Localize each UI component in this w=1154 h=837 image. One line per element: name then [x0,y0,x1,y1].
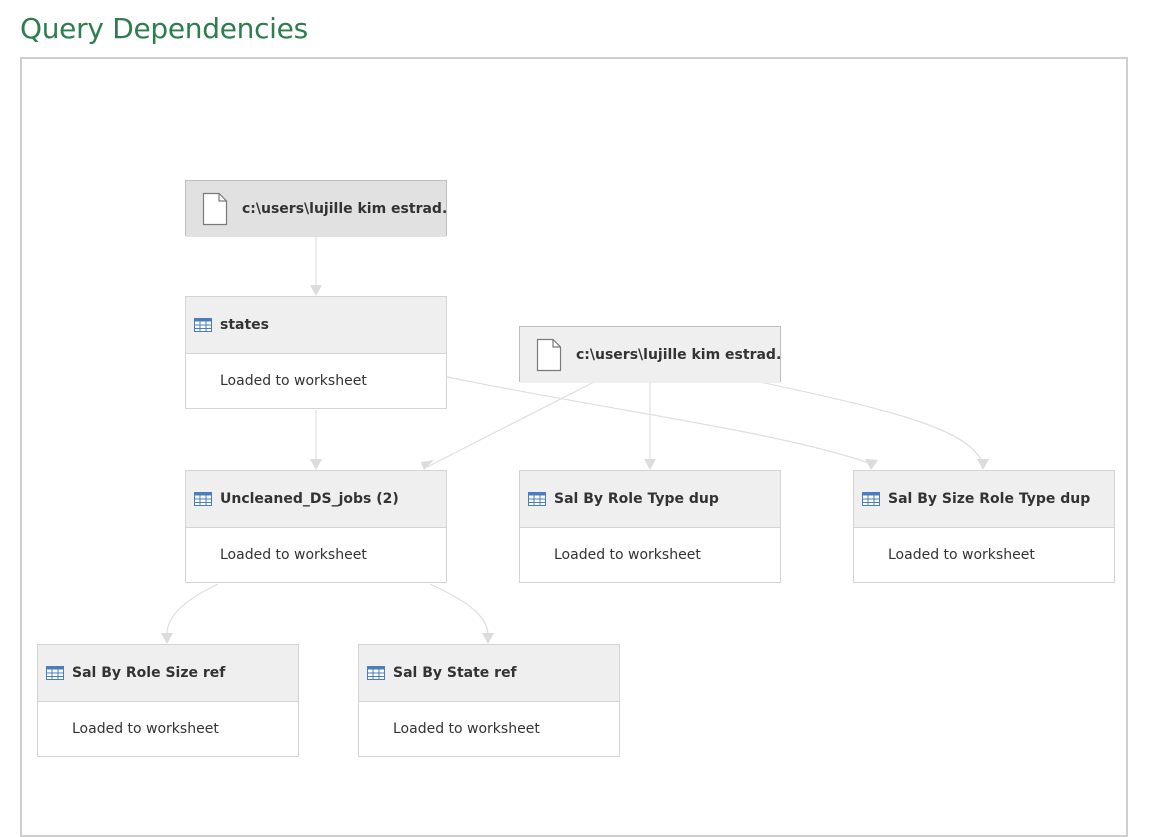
query-node-status: Loaded to worksheet [520,527,780,582]
file-icon [536,338,562,372]
table-icon [528,492,546,506]
table-icon [46,666,64,680]
query-node-label: Sal By State ref [393,665,517,681]
query-node-header: Sal By Role Type dup [520,471,780,527]
query-node-states[interactable]: states Loaded to worksheet [185,296,447,409]
table-icon [194,492,212,506]
source-node-2-label: c:\users\lujille kim estrad... [576,347,780,363]
table-icon [862,492,880,506]
query-node-uncleaned-ds-jobs[interactable]: Uncleaned_DS_jobs (2) Loaded to workshee… [185,470,447,583]
query-node-sal-by-state-ref[interactable]: Sal By State ref Loaded to worksheet [358,644,620,757]
page-title: Query Dependencies [20,12,308,45]
query-node-status: Loaded to worksheet [186,353,446,408]
query-node-label: Sal By Size Role Type dup [888,491,1091,507]
file-icon [202,192,228,226]
query-node-status: Loaded to worksheet [38,701,298,756]
query-node-label: states [220,317,269,333]
source-node-1-label: c:\users\lujille kim estrad... [242,201,446,217]
query-node-header: Sal By Role Size ref [38,645,298,701]
query-node-header: states [186,297,446,353]
query-node-label: Uncleaned_DS_jobs (2) [220,491,399,507]
source-node-1-header: c:\users\lujille kim estrad... [186,181,446,237]
query-node-header: Uncleaned_DS_jobs (2) [186,471,446,527]
query-node-header: Sal By Size Role Type dup [854,471,1114,527]
source-node-2[interactable]: c:\users\lujille kim estrad... [519,326,781,383]
table-icon [194,318,212,332]
query-node-sal-by-role-size-ref[interactable]: Sal By Role Size ref Loaded to worksheet [37,644,299,757]
query-node-status: Loaded to worksheet [854,527,1114,582]
query-node-status: Loaded to worksheet [186,527,446,582]
query-node-status: Loaded to worksheet [359,701,619,756]
query-node-label: Sal By Role Size ref [72,665,226,681]
query-node-header: Sal By State ref [359,645,619,701]
query-node-sal-by-role-type-dup[interactable]: Sal By Role Type dup Loaded to worksheet [519,470,781,583]
query-node-label: Sal By Role Type dup [554,491,719,507]
source-node-2-header: c:\users\lujille kim estrad... [520,327,780,383]
source-node-1[interactable]: c:\users\lujille kim estrad... [185,180,447,237]
query-node-sal-by-size-role-type-dup[interactable]: Sal By Size Role Type dup Loaded to work… [853,470,1115,583]
table-icon [367,666,385,680]
